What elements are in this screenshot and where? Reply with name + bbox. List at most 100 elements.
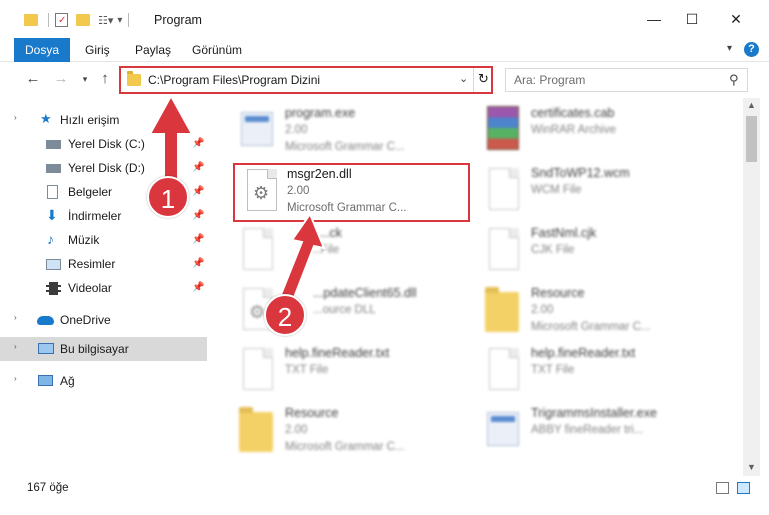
qa-dropdown-icon[interactable]: ▾: [117, 15, 122, 26]
window-title: Program: [154, 13, 202, 27]
pin-icon[interactable]: 📌: [192, 210, 204, 221]
file-name: ...pdateClient65.dll: [313, 286, 417, 300]
file-name: help.fineReader.txt: [531, 346, 636, 360]
vertical-scrollbar[interactable]: ▲ ▼: [743, 98, 760, 476]
folder-icon[interactable]: [24, 14, 38, 26]
tab-home[interactable]: Giriş: [85, 38, 110, 62]
tab-view[interactable]: Görünüm: [192, 38, 242, 62]
up-arrow-icon[interactable]: ↑: [96, 70, 114, 88]
scroll-down-icon[interactable]: ▼: [747, 462, 756, 472]
chevron-right-icon[interactable]: ›: [14, 342, 17, 356]
chevron-right-icon[interactable]: ›: [14, 374, 17, 388]
forward-arrow-icon[interactable]: →: [52, 70, 70, 88]
chevron-right-icon[interactable]: ›: [14, 113, 17, 127]
sidebar-item-network[interactable]: › Ağ: [0, 369, 207, 393]
file-item[interactable]: certificates.cab WinRAR Archive: [479, 104, 709, 160]
customize-icon[interactable]: ☷▾: [98, 14, 113, 27]
large-icons-view-icon[interactable]: [737, 482, 750, 494]
address-bar[interactable]: C:\Program Files\Program Dizini ⌄ ↻: [119, 66, 493, 94]
maximize-button[interactable]: ☐: [669, 0, 715, 38]
sidebar-item-label: Yerel Disk (C:): [68, 137, 145, 151]
tab-file[interactable]: Dosya: [14, 38, 70, 62]
sidebar-item-label: OneDrive: [60, 313, 111, 327]
qa-separator: [48, 13, 49, 27]
quick-access-toolbar: ✓ ☷▾ ▾: [24, 11, 130, 29]
download-icon: ⬇: [46, 207, 58, 223]
file-name: FastNml.cjk: [531, 226, 597, 240]
exe-icon: [479, 406, 527, 458]
scroll-up-icon[interactable]: ▲: [747, 100, 756, 110]
pin-icon[interactable]: 📌: [192, 258, 204, 269]
recent-locations-icon[interactable]: ▾: [76, 70, 94, 88]
callout-badge-1: 1: [147, 176, 189, 218]
refresh-icon[interactable]: ↻: [478, 71, 489, 87]
folder-icon: [479, 286, 527, 338]
details-view-icon[interactable]: [716, 482, 729, 494]
blank-file-icon: [233, 346, 281, 398]
network-icon: [38, 375, 53, 386]
sidebar-item-label: İndirmeler: [68, 209, 122, 223]
file-version: 2.00: [287, 185, 310, 197]
sidebar-item-label: Yerel Disk (D:): [68, 161, 145, 175]
file-description: Microsoft Grammar C...: [285, 141, 405, 153]
file-item[interactable]: help.fineReader.txt TXT File: [479, 344, 709, 400]
file-item[interactable]: SndToWP12.wcm WCM File: [479, 164, 709, 220]
file-description: Microsoft Grammar C...: [531, 321, 651, 333]
file-name: Resource: [285, 406, 339, 420]
properties-icon[interactable]: ✓: [55, 13, 68, 27]
file-type: TXT File: [285, 364, 329, 376]
blank-file-icon: [479, 346, 527, 398]
scrollbar-thumb[interactable]: [746, 116, 757, 162]
star-icon: ★: [40, 111, 52, 126]
status-bar: 167 öğe: [0, 476, 769, 500]
file-name: msgr2en.dll: [287, 167, 352, 181]
file-item[interactable]: FastNml.cjk CJK File: [479, 224, 709, 280]
chevron-right-icon[interactable]: ›: [14, 313, 17, 327]
file-name: certificates.cab: [531, 106, 615, 120]
chevron-down-icon[interactable]: ⌄: [459, 72, 468, 85]
sidebar-item-this-pc[interactable]: › Bu bilgisayar: [0, 337, 207, 361]
sidebar-item-videos[interactable]: Videolar 📌: [0, 276, 207, 300]
file-version: 2.00: [285, 424, 308, 436]
ribbon-tabs: Dosya Giriş Paylaş Görünüm ▾ ?: [0, 38, 769, 62]
expand-ribbon-icon[interactable]: ▾: [727, 43, 732, 54]
sidebar-item-label: Resimler: [68, 257, 116, 271]
file-item[interactable]: TrigrammsInstaller.exe ABBY fineReader t…: [479, 404, 709, 460]
drive-icon: [46, 164, 61, 173]
close-button[interactable]: ✕: [713, 0, 759, 38]
qa-separator: [128, 13, 130, 27]
file-item[interactable]: help.fineReader.txt TXT File: [233, 344, 463, 400]
address-path[interactable]: C:\Program Files\Program Dizini: [148, 73, 320, 87]
help-icon[interactable]: ?: [744, 42, 759, 57]
navigation-bar: ← → ▾ ↑ C:\Program Files\Program Dizini …: [0, 62, 769, 98]
new-folder-icon[interactable]: [76, 14, 90, 26]
file-name: help.fineReader.txt: [285, 346, 390, 360]
tab-share[interactable]: Paylaş: [135, 38, 171, 62]
file-name: TrigrammsInstaller.exe: [531, 406, 657, 420]
search-box[interactable]: Ara: Program ⚲: [505, 68, 748, 92]
file-version: 2.00: [531, 304, 554, 316]
sidebar-item-music[interactable]: ♪ Müzik 📌: [0, 228, 207, 252]
search-icon[interactable]: ⚲: [729, 72, 739, 88]
file-name: program.exe: [285, 106, 356, 120]
document-icon: [47, 185, 58, 199]
file-type: ABBY fineReader tri...: [531, 424, 644, 436]
file-item[interactable]: program.exe 2.00 Microsoft Grammar C...: [233, 104, 463, 160]
music-icon: ♪: [47, 231, 54, 247]
folder-icon: [127, 71, 141, 86]
file-item[interactable]: Resource 2.00 Microsoft Grammar C...: [479, 284, 709, 340]
callout-badge-2: 2: [264, 294, 306, 336]
file-description: Microsoft Grammar C...: [285, 441, 405, 453]
sidebar-item-pictures[interactable]: Resimler 📌: [0, 252, 207, 276]
sidebar-item-onedrive[interactable]: › OneDrive: [0, 308, 207, 332]
pin-icon[interactable]: 📌: [192, 282, 204, 293]
drive-icon: [46, 140, 61, 149]
folder-icon: [233, 406, 281, 458]
cloud-icon: [37, 316, 54, 325]
sidebar-item-label: Ağ: [60, 374, 75, 388]
pin-icon[interactable]: 📌: [192, 234, 204, 245]
search-input[interactable]: Ara: Program: [514, 73, 585, 87]
file-item[interactable]: Resource 2.00 Microsoft Grammar C...: [233, 404, 463, 460]
back-arrow-icon[interactable]: ←: [24, 70, 42, 88]
file-type: TXT File: [531, 364, 575, 376]
